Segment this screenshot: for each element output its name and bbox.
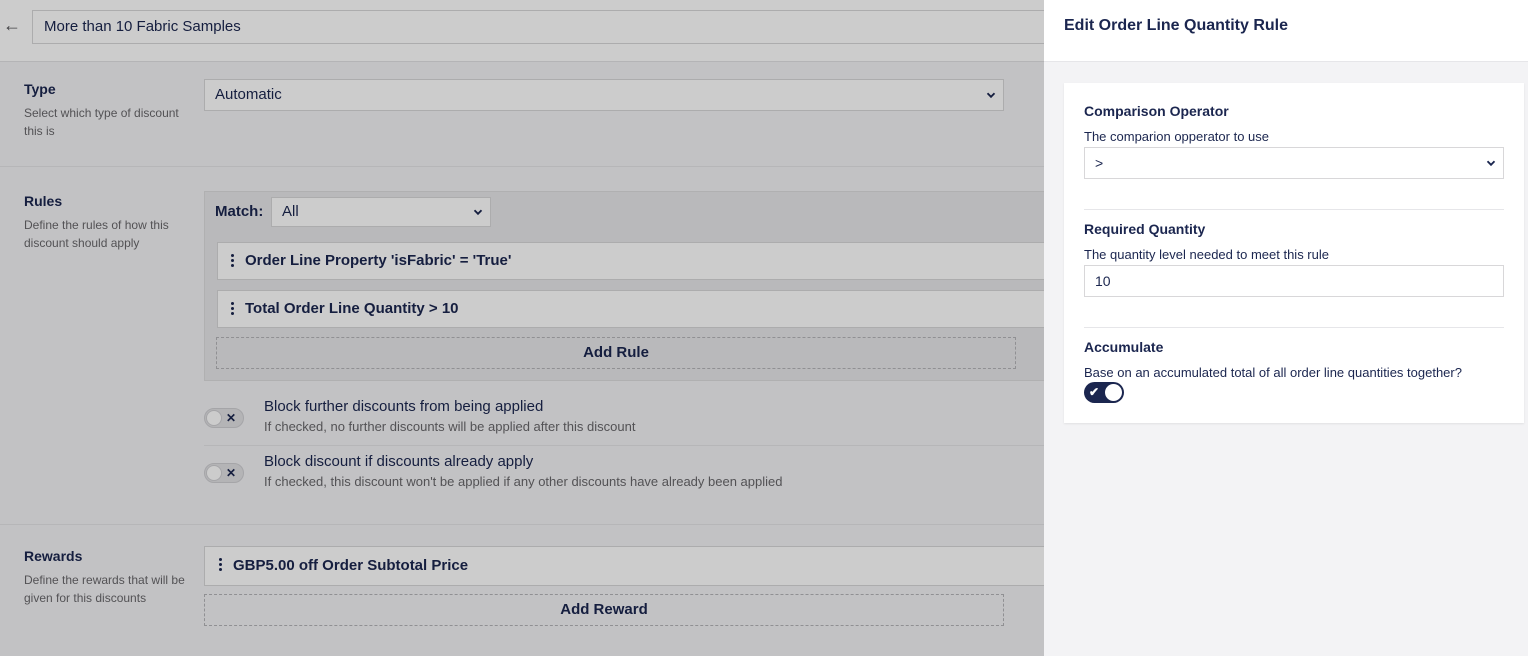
accumulate-label: Accumulate (1084, 339, 1164, 355)
modal-backdrop[interactable] (0, 0, 1044, 656)
chevron-down-icon (1486, 160, 1496, 167)
required-quantity-label: Required Quantity (1084, 221, 1206, 237)
field-divider (1084, 209, 1504, 210)
comparison-operator-value: > (1095, 155, 1104, 171)
required-quantity-description: The quantity level needed to meet this r… (1084, 247, 1329, 262)
dialog-title: Edit Order Line Quantity Rule (1064, 17, 1289, 34)
toggle-knob (1105, 384, 1122, 401)
accumulate-toggle[interactable]: ✔ (1084, 382, 1124, 403)
comparison-operator-select[interactable]: > (1084, 147, 1504, 179)
edit-rule-dialog: Edit Order Line Quantity Rule Comparison… (1044, 0, 1528, 656)
rule-settings-card: Comparison Operator The comparion oppera… (1064, 83, 1524, 423)
accumulate-description: Base on an accumulated total of all orde… (1084, 365, 1462, 380)
field-divider (1084, 327, 1504, 328)
comparison-operator-description: The comparion opperator to use (1084, 129, 1269, 144)
required-quantity-input[interactable]: 10 (1084, 265, 1504, 297)
comparison-operator-label: Comparison Operator (1084, 103, 1229, 119)
check-icon: ✔ (1089, 385, 1100, 399)
dialog-header: Edit Order Line Quantity Rule (1044, 0, 1528, 62)
